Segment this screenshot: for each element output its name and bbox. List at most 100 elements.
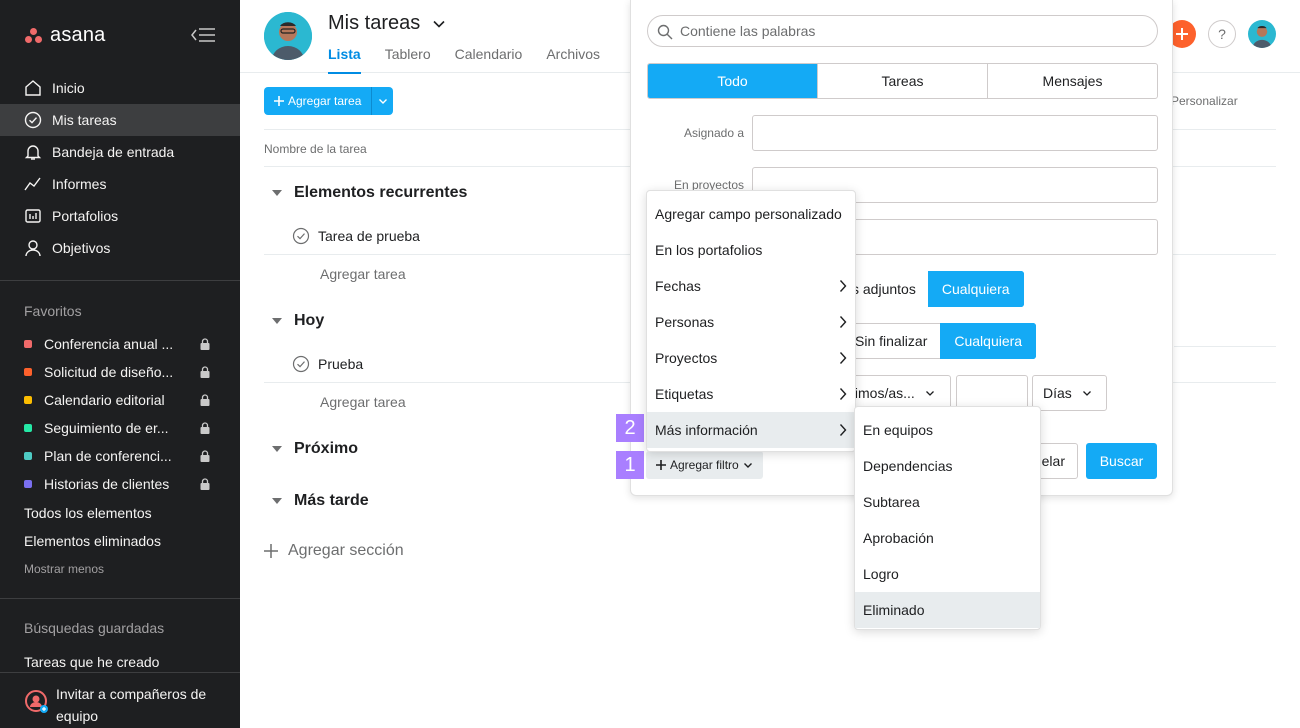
add-section-label: Agregar sección (288, 542, 404, 559)
deleted-items-link[interactable]: Elementos eliminados (24, 533, 161, 549)
collapse-sidebar-icon[interactable] (190, 26, 216, 44)
menu-item-more-info[interactable]: Más información (647, 412, 855, 448)
submenu-item-deleted[interactable]: Eliminado (855, 592, 1040, 628)
asana-logo[interactable]: asana (24, 24, 106, 47)
any-option[interactable]: Cualquiera (927, 271, 1024, 307)
search-button[interactable]: Buscar (1086, 443, 1157, 479)
section-header[interactable]: Hoy (272, 312, 324, 330)
show-less-link[interactable]: Mostrar menos (24, 562, 104, 576)
favorite-item[interactable]: Historias de clientes (0, 470, 240, 498)
all-items-link[interactable]: Todos los elementos (24, 505, 152, 521)
tab-lista[interactable]: Lista (328, 46, 361, 74)
nav-item-bandeja[interactable]: Bandeja de entrada (0, 136, 240, 168)
project-color-dot (24, 368, 32, 376)
tab-archivos[interactable]: Archivos (546, 46, 600, 74)
days-select[interactable]: Días (1032, 375, 1107, 411)
search-icon (657, 24, 673, 40)
search-box[interactable] (647, 15, 1158, 47)
menu-item-dates[interactable]: Fechas (647, 268, 855, 304)
help-button[interactable]: ? (1208, 20, 1236, 48)
plus-icon (1176, 28, 1188, 40)
saved-searches-title[interactable]: Búsquedas guardadas (24, 620, 164, 636)
favorite-item[interactable]: Solicitud de diseño... (0, 358, 240, 386)
assignee-input[interactable] (752, 115, 1158, 151)
submenu-item-subtask[interactable]: Subtarea (855, 484, 1040, 520)
submenu-item-milestone[interactable]: Logro (855, 556, 1040, 592)
check-circle-icon[interactable] (292, 227, 310, 245)
invite-teammates[interactable]: Invitar a compañeros de equipo (0, 672, 240, 728)
column-header-task-name[interactable]: Nombre de la tarea (264, 142, 367, 156)
segment-tareas[interactable]: Tareas (818, 64, 988, 98)
nav-label: Portafolios (52, 208, 119, 224)
task-row[interactable]: Tarea de prueba (292, 227, 420, 245)
tab-calendario[interactable]: Calendario (455, 46, 523, 74)
favorite-item[interactable]: Seguimiento de er... (0, 414, 240, 442)
favorite-label: Plan de conferenci... (44, 448, 172, 464)
add-filter-button[interactable]: Agregar filtro (646, 451, 763, 479)
check-circle-icon[interactable] (292, 355, 310, 373)
menu-item-people[interactable]: Personas (647, 304, 855, 340)
user-avatar[interactable] (264, 12, 312, 60)
tab-tablero[interactable]: Tablero (385, 46, 431, 74)
collapse-triangle-icon[interactable] (272, 190, 282, 196)
add-section-button[interactable]: Agregar sección (264, 542, 404, 560)
attachments-option[interactable]: s adjuntos (852, 271, 928, 307)
collapse-triangle-icon[interactable] (272, 446, 282, 452)
add-task-inline[interactable]: Agregar tarea (320, 394, 406, 410)
project-color-dot (24, 452, 32, 460)
chevron-right-icon (839, 352, 847, 364)
search-input[interactable] (680, 16, 1140, 46)
avatar-image (264, 12, 312, 60)
attachments-toggle: s adjuntos Cualquiera (852, 271, 1024, 307)
nav-label: Objetivos (52, 240, 111, 256)
account-avatar[interactable] (1248, 20, 1276, 48)
favorite-item[interactable]: Conferencia anual ... (0, 330, 240, 358)
submenu-item-approval[interactable]: Aprobación (855, 520, 1040, 556)
nav-item-mis-tareas[interactable]: Mis tareas (0, 104, 240, 136)
step-badge: 1 (616, 451, 644, 479)
add-task-inline[interactable]: Agregar tarea (320, 266, 406, 282)
result-type-segmented: Todo Tareas Mensajes (647, 63, 1158, 99)
nav-item-portafolios[interactable]: Portafolios (0, 200, 240, 232)
segment-mensajes[interactable]: Mensajes (988, 64, 1157, 98)
menu-item-tags[interactable]: Etiquetas (647, 376, 855, 412)
task-row[interactable]: Prueba (292, 355, 363, 373)
favorite-label: Historias de clientes (44, 476, 170, 492)
submenu-item-dependencies[interactable]: Dependencias (855, 448, 1040, 484)
favorite-item[interactable]: Calendario editorial (0, 386, 240, 414)
add-task-button[interactable]: Agregar tarea (264, 87, 372, 115)
plus-icon (264, 544, 278, 558)
nav-item-inicio[interactable]: Inicio (0, 72, 240, 104)
chevron-down-icon[interactable] (432, 17, 446, 31)
menu-item-custom-field[interactable]: Agregar campo personalizado (647, 196, 855, 232)
chevron-down-icon (1082, 391, 1091, 396)
add-task-dropdown[interactable] (371, 87, 394, 115)
submenu-item-teams[interactable]: En equipos (855, 412, 1040, 448)
section-header[interactable]: Próximo (272, 440, 358, 458)
nav-item-informes[interactable]: Informes (0, 168, 240, 200)
menu-item-portfolios[interactable]: En los portafolios (647, 232, 855, 268)
invite-icon (25, 690, 48, 713)
section-header[interactable]: Más tarde (272, 492, 369, 510)
saved-search-item[interactable]: Tareas que he creado (24, 654, 159, 670)
logo-text: asana (50, 24, 106, 46)
menu-item-projects[interactable]: Proyectos (647, 340, 855, 376)
check-circle-icon (24, 111, 42, 129)
any-option[interactable]: Cualquiera (940, 323, 1037, 359)
favorite-label: Seguimiento de er... (44, 420, 169, 436)
chevron-right-icon (839, 388, 847, 400)
portfolio-icon (24, 207, 42, 225)
segment-todo[interactable]: Todo (648, 64, 818, 98)
menu-item-label: Etiquetas (655, 386, 714, 402)
favorite-item[interactable]: Plan de conferenci... (0, 442, 240, 470)
sidebar-divider (0, 598, 240, 599)
customize-button[interactable]: Personalizar (1171, 94, 1238, 108)
collapse-triangle-icon[interactable] (272, 498, 282, 504)
days-value: Días (1043, 385, 1072, 401)
lock-icon (200, 366, 210, 378)
avatar-image (1248, 20, 1276, 48)
nav-item-objetivos[interactable]: Objetivos (0, 232, 240, 264)
collapse-triangle-icon[interactable] (272, 318, 282, 324)
section-header[interactable]: Elementos recurrentes (272, 184, 467, 202)
favorites-title[interactable]: Favoritos (24, 303, 82, 319)
